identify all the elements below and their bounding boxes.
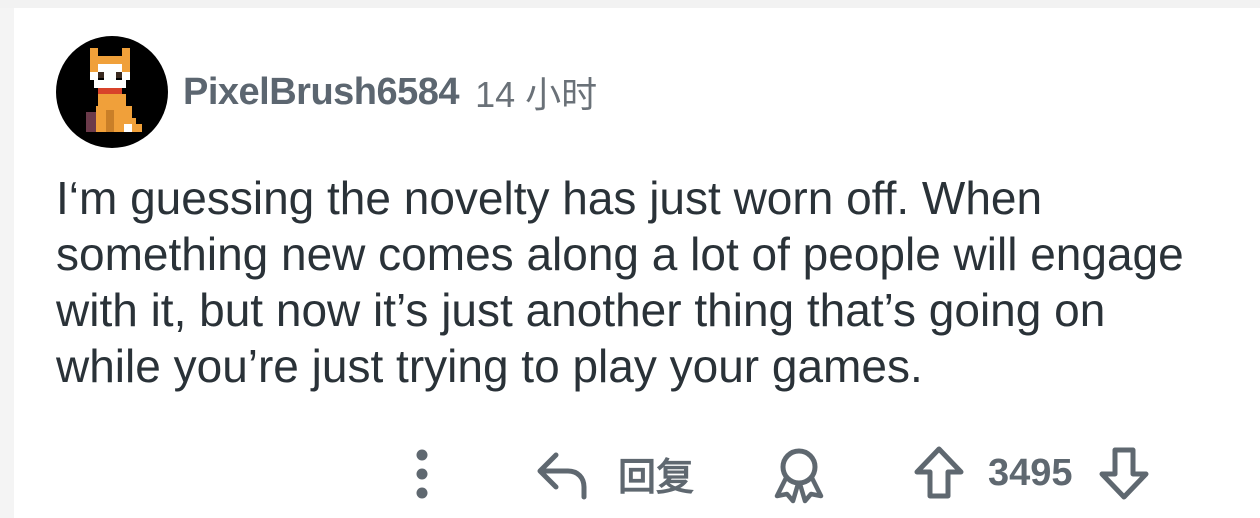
reply-arrow-icon (534, 447, 590, 501)
award-button[interactable] (772, 446, 826, 504)
more-vertical-icon (404, 448, 440, 500)
downvote-arrow-icon[interactable] (1097, 444, 1151, 502)
upvote-arrow-icon[interactable] (912, 444, 966, 502)
comment-author[interactable]: PixelBrush6584 (183, 71, 460, 114)
vote-score: 3495 (988, 451, 1073, 494)
top-divider (0, 0, 1260, 8)
reply-label: 回复 (618, 457, 695, 499)
comment-timestamp: 14 小时 (475, 74, 598, 115)
pixel-dog-avatar-icon (86, 48, 142, 132)
comment-header: PixelBrush6584 14 小时 (56, 36, 597, 148)
award-icon (772, 446, 826, 504)
comment-screenshot: PixelBrush6584 14 小时 I‘m guessing the no… (0, 0, 1260, 518)
reply-button[interactable]: 回复 (534, 446, 694, 501)
avatar[interactable] (56, 36, 168, 148)
comment-action-bar: 回复 3495 (0, 440, 1260, 510)
comment-body: I‘m guessing the novelty has just worn o… (56, 172, 1184, 392)
more-options-button[interactable] (404, 448, 440, 500)
vote-group: 3495 (912, 444, 1151, 502)
